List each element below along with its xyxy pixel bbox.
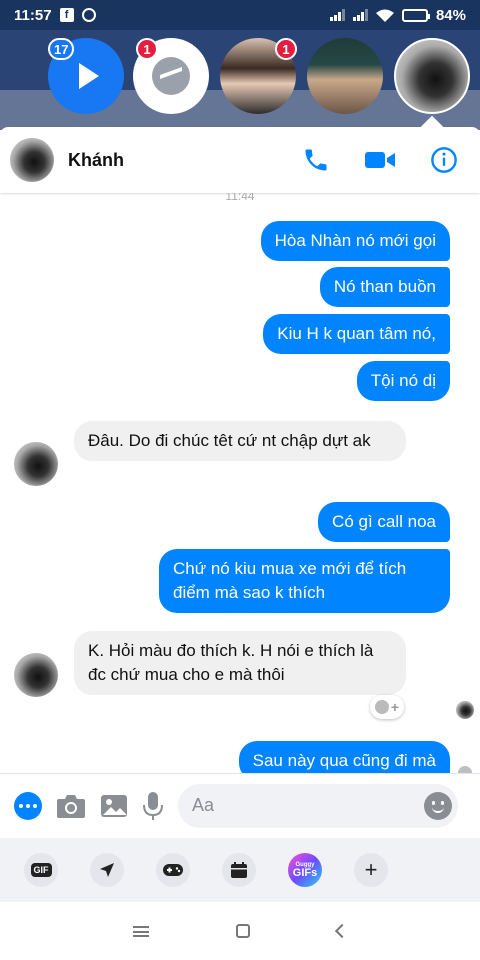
status-time: 11:57 xyxy=(14,6,52,24)
sender-avatar[interactable] xyxy=(14,653,58,697)
status-right: 84% xyxy=(329,6,466,24)
video-count-badge: 17 xyxy=(48,38,75,60)
facebook-notification-icon: f xyxy=(59,8,74,22)
signal-icon xyxy=(329,9,345,21)
smiley-icon xyxy=(374,700,389,714)
home-icon[interactable] xyxy=(235,924,250,938)
sender-avatar[interactable] xyxy=(14,442,58,486)
more-button[interactable] xyxy=(14,788,42,824)
message-outgoing[interactable]: Kiu H k quan tâm nó, xyxy=(263,314,450,354)
contact-avatar[interactable] xyxy=(10,138,54,182)
giphy-big-label: GIFs xyxy=(292,866,318,879)
contact-badge: 1 xyxy=(275,38,297,60)
chat-head-contact-2[interactable] xyxy=(307,38,383,114)
system-navigation-bar xyxy=(0,902,480,960)
header-actions xyxy=(302,146,470,174)
giphy-icon[interactable]: Guggy GIFs xyxy=(288,853,322,887)
camera-button[interactable] xyxy=(56,788,86,824)
wifi-icon xyxy=(375,9,394,22)
back-icon[interactable] xyxy=(334,923,349,939)
messenger-notification-icon xyxy=(81,8,96,22)
message-incoming[interactable]: Đâu. Do đi chúc têt cứ nt chập dựt ak xyxy=(74,421,406,461)
microphone-icon xyxy=(143,791,163,820)
gif-button[interactable]: GIF xyxy=(24,853,58,887)
messenger-badge: 1 xyxy=(136,38,158,60)
chat-header: Khánh xyxy=(0,127,480,193)
message-list[interactable]: 11:44 Hòa Nhàn nó mới gọi Nó than buồn K… xyxy=(0,193,480,773)
location-icon xyxy=(100,863,114,877)
play-icon xyxy=(79,63,99,89)
gallery-button[interactable] xyxy=(100,788,128,824)
message-input[interactable] xyxy=(192,795,424,816)
message-incoming[interactable]: K. Hỏi màu đo thích k. H nói e thích là … xyxy=(74,631,406,695)
message-outgoing[interactable]: Có gì call noa xyxy=(318,502,450,542)
battery-icon xyxy=(401,8,430,22)
status-left: 11:57 f xyxy=(14,7,96,24)
video-camera-icon[interactable] xyxy=(364,146,396,174)
location-button[interactable] xyxy=(90,853,124,887)
signal-icon-2 xyxy=(352,9,368,21)
plus-icon[interactable]: + xyxy=(354,853,388,887)
emoji-icon[interactable] xyxy=(424,791,452,820)
seen-avatar xyxy=(456,701,474,719)
chat-head-khanh[interactable] xyxy=(394,38,470,114)
message-outgoing[interactable]: Chứ nó kiu mua xe mới để tích điểm mà sa… xyxy=(159,549,450,613)
calendar-icon xyxy=(231,862,247,878)
messenger-icon xyxy=(152,57,190,95)
sent-check-icon xyxy=(458,766,472,773)
contact-name[interactable]: Khánh xyxy=(68,150,124,171)
more-icon xyxy=(14,791,42,820)
add-reaction-button[interactable]: + xyxy=(370,695,404,719)
composer-bar xyxy=(0,773,480,837)
menu-icon[interactable] xyxy=(133,925,150,937)
calendar-button[interactable] xyxy=(222,853,256,887)
status-bar: 11:57 f 84% xyxy=(0,0,480,30)
message-outgoing[interactable]: Hòa Nhàn nó mới gọi xyxy=(260,221,450,261)
message-outgoing[interactable]: Sau này qua cũng đi mà xyxy=(238,741,450,773)
image-icon xyxy=(101,794,127,817)
camera-icon xyxy=(57,794,85,818)
phone-icon[interactable] xyxy=(302,146,330,174)
games-button[interactable] xyxy=(156,853,190,887)
message-input-box[interactable] xyxy=(178,783,458,828)
battery-percent: 84% xyxy=(435,6,466,24)
message-timestamp: 11:44 xyxy=(225,193,255,203)
extras-bar: GIF Guggy GIFs + xyxy=(0,838,480,902)
game-controller-icon xyxy=(163,864,183,876)
gif-icon: GIF xyxy=(30,863,52,877)
info-icon[interactable] xyxy=(430,146,458,174)
message-outgoing[interactable]: Tội nó dị xyxy=(356,361,450,401)
message-outgoing[interactable]: Nó than buồn xyxy=(319,267,450,307)
voice-button[interactable] xyxy=(142,788,164,824)
